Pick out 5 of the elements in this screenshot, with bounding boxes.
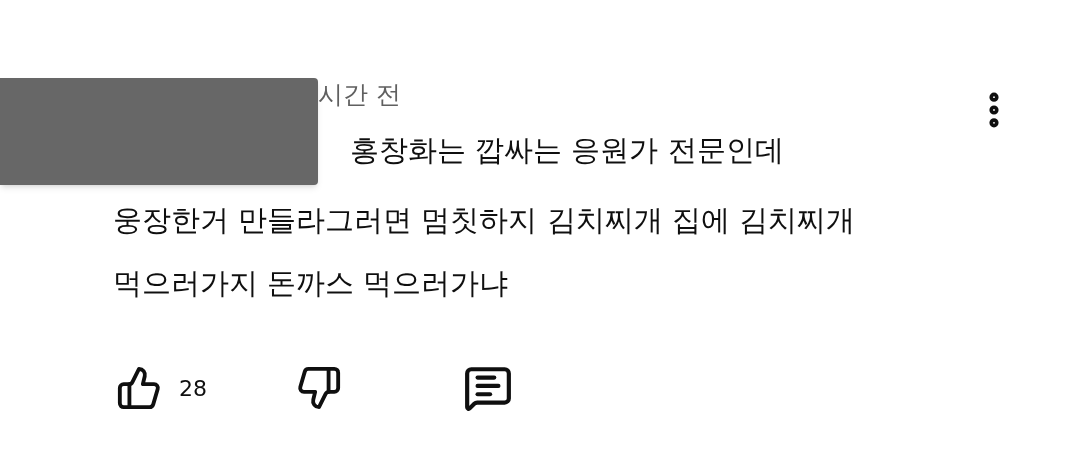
comment-time: 시간 전 [318, 79, 401, 111]
like-count: 28 [179, 374, 207, 403]
comment-text: 웅장한거 만들라그러면 멈칫하지 김치찌개 집에 김치찌개 [113, 202, 857, 238]
comment-text: 먹으러가지 돈까스 먹으러가냐 [113, 265, 510, 301]
comment-text: 홍창화는 깝싸는 응원가 전문인데 [350, 132, 785, 168]
